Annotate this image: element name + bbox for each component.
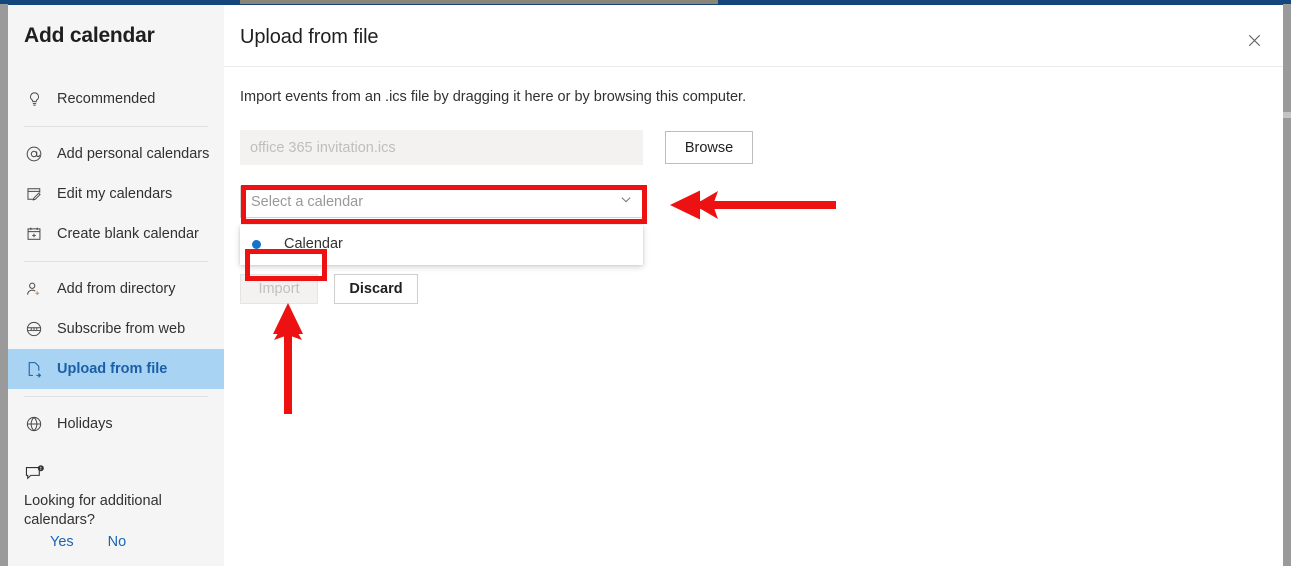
panel-body: Import events from an .ics file by dragg… <box>224 67 1283 304</box>
calendar-dropdown: Select a calendar Calendar <box>240 186 643 265</box>
globe-dots-icon <box>24 319 44 339</box>
sidebar-item-label: Upload from file <box>57 361 168 377</box>
file-upload-icon <box>24 359 44 379</box>
sidebar-item-label: Recommended <box>57 91 156 107</box>
feedback-actions: Yes No <box>24 534 208 550</box>
calendar-dropdown-placeholder: Select a calendar <box>251 194 364 210</box>
upload-from-file-panel: Upload from file Import events from an .… <box>224 5 1283 566</box>
at-sign-icon <box>24 144 44 164</box>
sidebar-item-add-personal-calendars[interactable]: Add personal calendars <box>8 134 224 174</box>
browser-scrollbar-track[interactable] <box>1283 4 1291 566</box>
sidebar-title: Add calendar <box>24 24 155 47</box>
globe-icon <box>24 414 44 434</box>
calendar-option-label: Calendar <box>284 236 343 252</box>
add-calendar-sidebar: Add calendar Recommended Add personal ca… <box>8 5 224 566</box>
lightbulb-icon <box>24 89 44 109</box>
page-title: Upload from file <box>240 26 379 48</box>
feedback-bubble-icon <box>24 465 208 490</box>
calendar-color-dot <box>252 239 261 249</box>
sidebar-item-label: Subscribe from web <box>57 321 186 337</box>
panel-actions: Import Discard <box>240 274 1267 304</box>
sidebar-divider <box>24 396 208 397</box>
window-titlebar-inactive-segment <box>240 0 718 4</box>
file-picker-row: Browse <box>240 130 1267 165</box>
feedback-text: Looking for additional calendars? <box>24 493 162 528</box>
browse-button[interactable]: Browse <box>665 131 753 164</box>
chevron-down-icon <box>619 193 633 212</box>
sidebar-item-create-blank-calendar[interactable]: Create blank calendar <box>8 214 224 254</box>
calendar-dropdown-option[interactable]: Calendar <box>240 229 643 259</box>
calendar-dropdown-control[interactable]: Select a calendar <box>240 186 643 218</box>
calendar-plus-icon <box>24 224 44 244</box>
sidebar-item-edit-my-calendars[interactable]: Edit my calendars <box>8 174 224 214</box>
sidebar-item-upload-from-file[interactable]: Upload from file <box>8 349 224 389</box>
calendar-dropdown-list: Calendar <box>240 225 643 265</box>
import-button[interactable]: Import <box>240 274 318 304</box>
edit-calendar-icon <box>24 184 44 204</box>
sidebar-item-label: Add personal calendars <box>57 146 210 162</box>
window-left-edge <box>0 4 8 566</box>
sidebar-item-add-from-directory[interactable]: Add from directory <box>8 269 224 309</box>
sidebar-divider <box>24 261 208 262</box>
sidebar-item-subscribe-from-web[interactable]: Subscribe from web <box>8 309 224 349</box>
sidebar-divider <box>24 126 208 127</box>
browser-scrollbar-thumb[interactable] <box>1283 112 1291 118</box>
sidebar-nav: Recommended Add personal calendars Edit … <box>8 79 224 484</box>
panel-header: Upload from file <box>224 5 1283 67</box>
sidebar-feedback-block: Looking for additional calendars? Yes No <box>8 457 224 566</box>
sidebar-item-label: Edit my calendars <box>57 186 173 202</box>
discard-button[interactable]: Discard <box>334 274 418 304</box>
person-add-icon <box>24 279 44 299</box>
feedback-no-link[interactable]: No <box>108 534 127 550</box>
intro-text: Import events from an .ics file by dragg… <box>240 89 747 105</box>
sidebar-item-holidays[interactable]: Holidays <box>8 404 224 444</box>
close-icon[interactable] <box>1239 25 1269 55</box>
app-window: Add calendar Recommended Add personal ca… <box>0 0 1291 566</box>
sidebar-item-recommended[interactable]: Recommended <box>8 79 224 119</box>
sidebar-item-label: Holidays <box>57 416 113 432</box>
sidebar-item-label: Create blank calendar <box>57 226 199 242</box>
file-path-input[interactable] <box>240 130 643 165</box>
sidebar-item-label: Add from directory <box>57 281 176 297</box>
feedback-yes-link[interactable]: Yes <box>50 534 74 550</box>
